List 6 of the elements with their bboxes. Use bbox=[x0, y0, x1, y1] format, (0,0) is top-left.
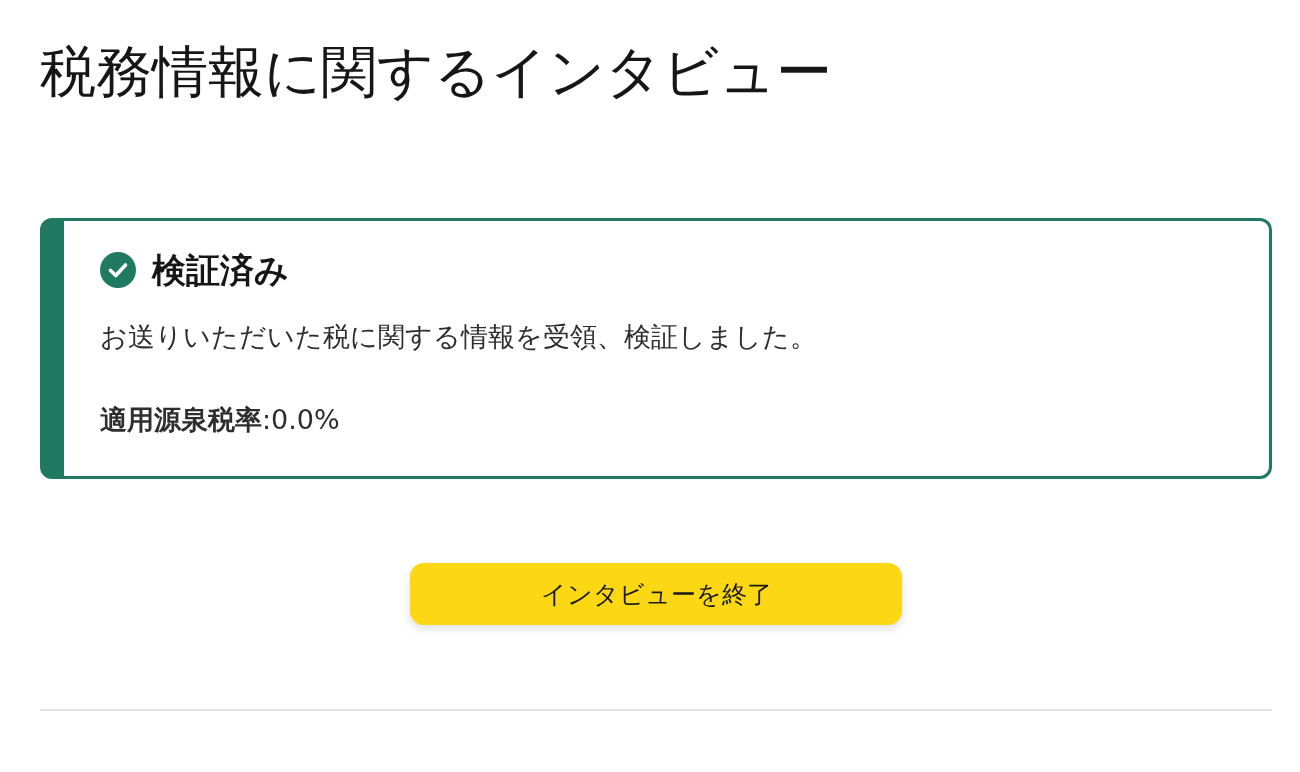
check-circle-icon bbox=[100, 252, 136, 288]
card-title: 検証済み bbox=[152, 249, 289, 292]
end-interview-button[interactable]: インタビューを終了 bbox=[410, 563, 902, 625]
card-message: お送りいただいた税に関する情報を受領、検証しました。 bbox=[100, 320, 817, 354]
withholding-rate-text: 適用源泉税率:0.0% bbox=[100, 403, 340, 437]
page-title: 税務情報に関するインタビュー bbox=[40, 38, 832, 106]
